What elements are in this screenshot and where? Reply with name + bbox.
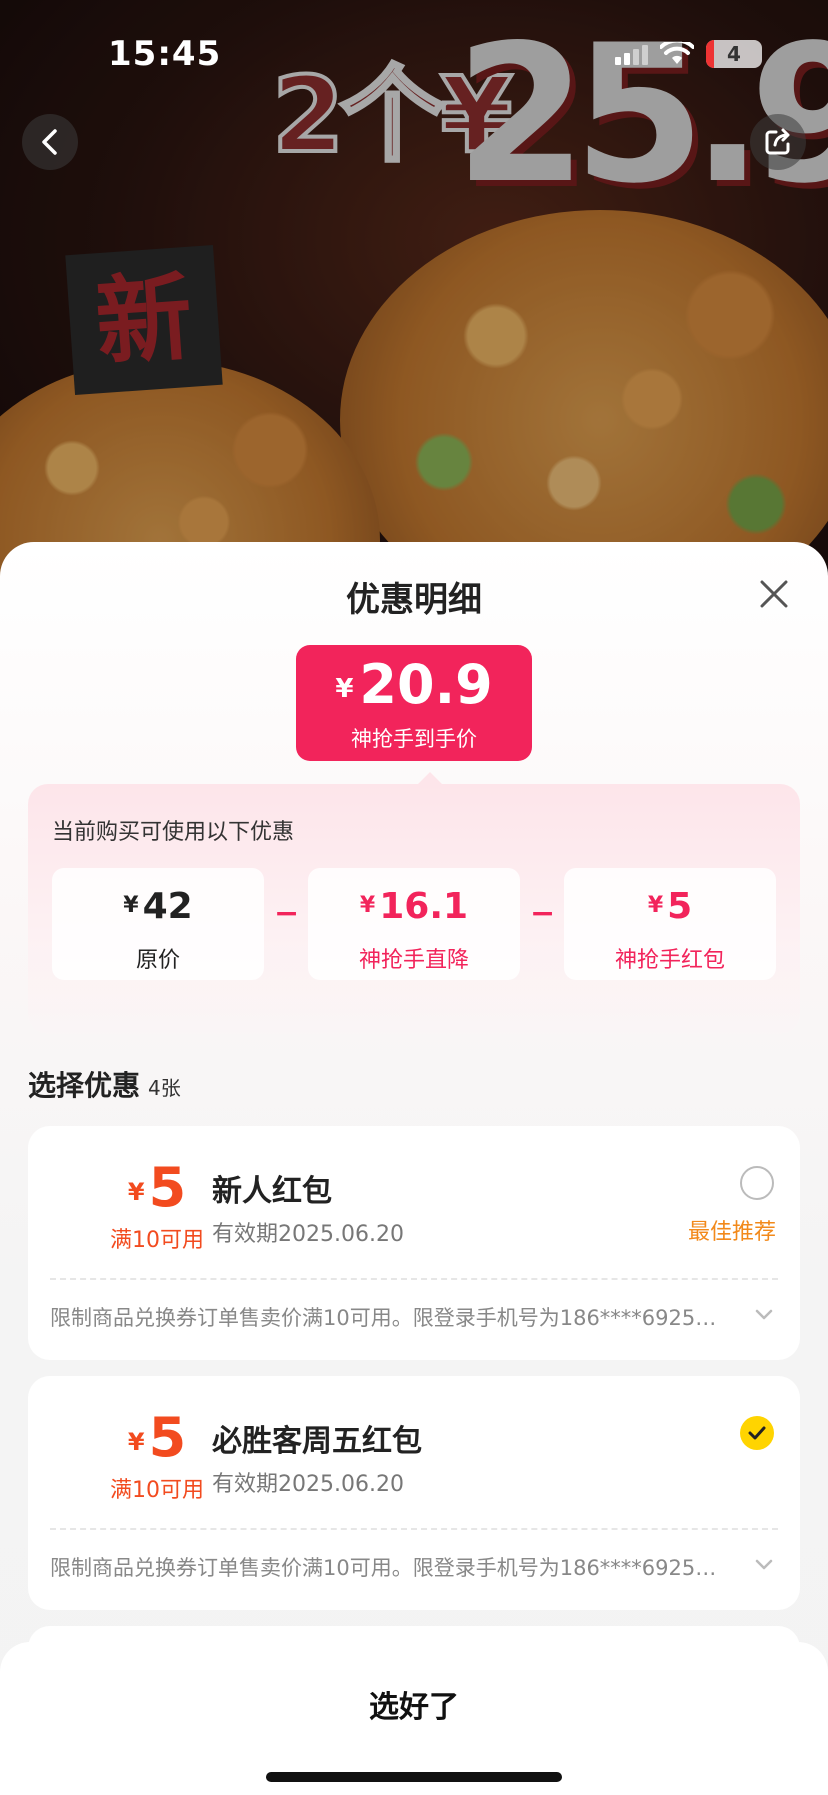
direct-discount-box: ¥16.1 神抢手直降 (308, 868, 520, 980)
price-breakdown: 当前购买可使用以下优惠 ¥42 原价 − ¥16.1 神抢手直降 − ¥5 神抢… (28, 772, 800, 1034)
coupon-description: 限制商品兑换券订单售卖价满10可用。限登录手机号为186****6925使用 (50, 1306, 730, 1330)
status-icons: 4 (615, 40, 762, 68)
coupon-amount: ¥5 (127, 1156, 187, 1219)
best-recommend-tag: 最佳推荐 (687, 1220, 776, 1245)
divider (50, 1528, 778, 1530)
share-icon (765, 128, 790, 155)
coupon-condition: 满10可用 (110, 1228, 204, 1253)
check-icon (748, 1426, 766, 1440)
done-button[interactable]: 选好了 (0, 1682, 828, 1726)
home-indicator (266, 1772, 562, 1782)
coupon-radio[interactable] (740, 1166, 774, 1200)
share-button[interactable] (750, 114, 806, 170)
battery-level: 4 (727, 42, 741, 66)
breakdown-title: 当前购买可使用以下优惠 (52, 820, 295, 845)
status-time: 15:45 (108, 34, 222, 74)
direct-discount-value: ¥16.1 (359, 886, 469, 927)
wifi-icon (660, 42, 694, 64)
bottom-action-bar: 选好了 (0, 1642, 828, 1795)
chevron-left-icon (42, 129, 57, 155)
coupon-amount: ¥5 (127, 1406, 187, 1469)
coupon-name: 新人红包 (212, 1174, 332, 1209)
coupon-description: 限制商品兑换券订单售卖价满10可用。限登录手机号为186****6925使用 (50, 1556, 730, 1580)
discount-detail-sheet: 优惠明细 ¥20.9 神抢手到手价 当前购买可使用以下优惠 ¥42 原价 − ¥… (0, 542, 828, 1795)
red-packet-box: ¥5 神抢手红包 (564, 868, 776, 980)
minus-sign: − (274, 896, 300, 931)
signal-icon (615, 43, 648, 65)
battery-icon: 4 (706, 40, 762, 68)
coupon-condition: 满10可用 (110, 1478, 204, 1503)
coupon-expiry: 有效期2025.06.20 (212, 1472, 404, 1497)
red-packet-label: 神抢手红包 (614, 948, 725, 973)
original-price-label: 原价 (135, 948, 180, 973)
sheet-title: 优惠明细 (346, 580, 482, 620)
coupon-expiry: 有效期2025.06.20 (212, 1222, 404, 1247)
select-discount-title: 选择优惠 4张 (28, 1069, 181, 1102)
original-price-box: ¥42 原价 (52, 868, 264, 980)
final-price-badge: ¥20.9 神抢手到手价 (296, 645, 532, 761)
breakdown-pointer (416, 772, 444, 786)
coupon-card[interactable]: ¥5 满10可用 新人红包 有效期2025.06.20 最佳推荐 限制商品兑换券… (28, 1126, 800, 1360)
coupon-card[interactable]: ¥5 满10可用 必胜客周五红包 有效期2025.06.20 限制商品兑换券订单… (28, 1376, 800, 1610)
divider (50, 1278, 778, 1280)
chevron-down-icon[interactable] (754, 1308, 774, 1322)
original-price-value: ¥42 (123, 886, 193, 927)
back-button[interactable] (22, 114, 78, 170)
close-icon[interactable] (754, 574, 794, 614)
final-price: ¥20.9 (335, 653, 493, 716)
hero-overlay (0, 0, 828, 600)
coupon-checkbox-selected[interactable] (740, 1416, 774, 1450)
minus-sign: − (530, 896, 556, 931)
chevron-down-icon[interactable] (754, 1558, 774, 1572)
red-packet-value: ¥5 (647, 886, 693, 927)
direct-discount-label: 神抢手直降 (358, 948, 469, 973)
final-price-label: 神抢手到手价 (351, 727, 477, 751)
coupon-name: 必胜客周五红包 (212, 1424, 422, 1459)
coupon-count: 4张 (148, 1076, 181, 1100)
